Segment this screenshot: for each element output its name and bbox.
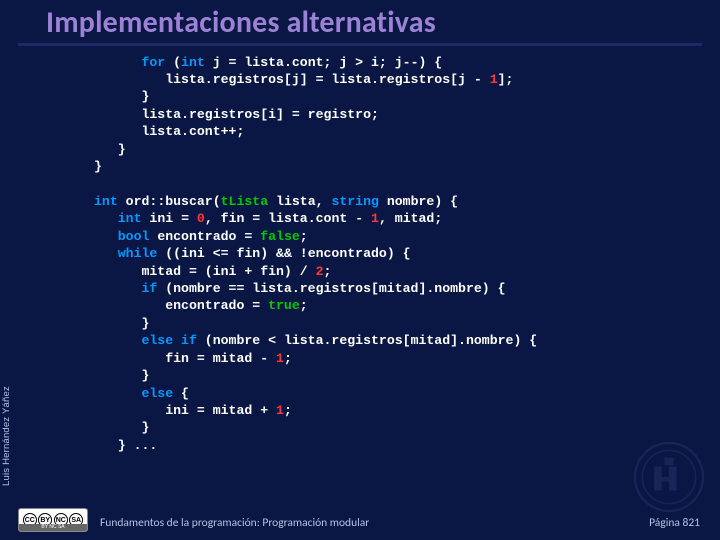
code-text: encontrado = (149, 229, 260, 244)
footer: Fundamentos de la programación: Programa… (100, 516, 700, 530)
code-text: lista.registros[i] = registro; (94, 107, 379, 122)
code-text: } (94, 316, 149, 331)
cc-label: BY NC SA (19, 524, 87, 531)
code-text (94, 281, 141, 296)
code-text: } (94, 368, 149, 383)
cc-license-badge: CC BY NC SA BY NC SA (18, 508, 88, 532)
code-text: (nombre == lista.registros[mitad].nombre… (157, 281, 505, 296)
code-text: (nombre < lista.registros[mitad].nombre)… (197, 333, 537, 348)
code-text: } (94, 420, 149, 435)
number: 1 (371, 211, 379, 226)
code-text (94, 333, 141, 348)
code-text: ; (284, 403, 292, 418)
number: 1 (276, 403, 284, 418)
keyword: int (181, 55, 205, 70)
code-text (94, 211, 118, 226)
type: tLista (221, 194, 268, 209)
code-text: ; (300, 298, 308, 313)
footer-left: Fundamentos de la programación: Programa… (100, 516, 369, 530)
code-text: ]; (498, 72, 514, 87)
watermark-seal (632, 440, 706, 514)
code-text: lista.registros[j] = lista.registros[j - (94, 72, 490, 87)
code-text: ini = mitad + (94, 403, 276, 418)
keyword: else (141, 386, 173, 401)
code-text: , mitad; (379, 211, 442, 226)
code-text (94, 386, 141, 401)
number: 1 (276, 351, 284, 366)
title-wrap: Implementaciones alternativas (18, 0, 702, 46)
number: 1 (490, 72, 498, 87)
slide: Implementaciones alternativas for (int j… (0, 0, 720, 540)
code-text: ; (300, 229, 308, 244)
value: false (260, 229, 300, 244)
number: 2 (316, 264, 324, 279)
code-text: } (94, 89, 149, 104)
code-text: lista.cont++; (94, 124, 244, 139)
keyword: while (118, 246, 158, 261)
code-text (94, 55, 141, 70)
code-text: ( (165, 55, 181, 70)
page-title: Implementaciones alternativas (46, 6, 674, 43)
code-text: fin = mitad - (94, 351, 276, 366)
code-text: ord::buscar( (118, 194, 221, 209)
code-text: } ... (94, 438, 157, 453)
code-text: mitad = (ini + fin) / (94, 264, 316, 279)
code-text: encontrado = (94, 298, 268, 313)
value: true (268, 298, 300, 313)
code-text (94, 246, 118, 261)
seal-icon (632, 440, 706, 514)
code-text: nombre) { (379, 194, 458, 209)
footer-right: Página 821 (649, 516, 700, 530)
keyword: int (94, 194, 118, 209)
code-text: , fin = lista.cont - (205, 211, 371, 226)
code-text (94, 229, 118, 244)
code-text: } (94, 142, 126, 157)
code-text: { (173, 386, 189, 401)
code-text: lista, (268, 194, 331, 209)
number: 0 (197, 211, 205, 226)
keyword: for (141, 55, 165, 70)
keyword: string (331, 194, 378, 209)
code-text: ; (284, 351, 292, 366)
keyword: int (118, 211, 142, 226)
code-text: j = lista.cont; j > i; j--) { (205, 55, 442, 70)
code-text: ini = (142, 211, 197, 226)
code-text: ((ini <= fin) && !encontrado) { (157, 246, 410, 261)
keyword: if (141, 281, 157, 296)
code-text: } (94, 159, 102, 174)
keyword: else if (141, 333, 196, 348)
code-text: ; (324, 264, 332, 279)
author-label: Luis Hernández Yáñez (1, 386, 12, 486)
code-block: for (int j = lista.cont; j > i; j--) { l… (0, 52, 720, 455)
keyword: bool (118, 229, 150, 244)
